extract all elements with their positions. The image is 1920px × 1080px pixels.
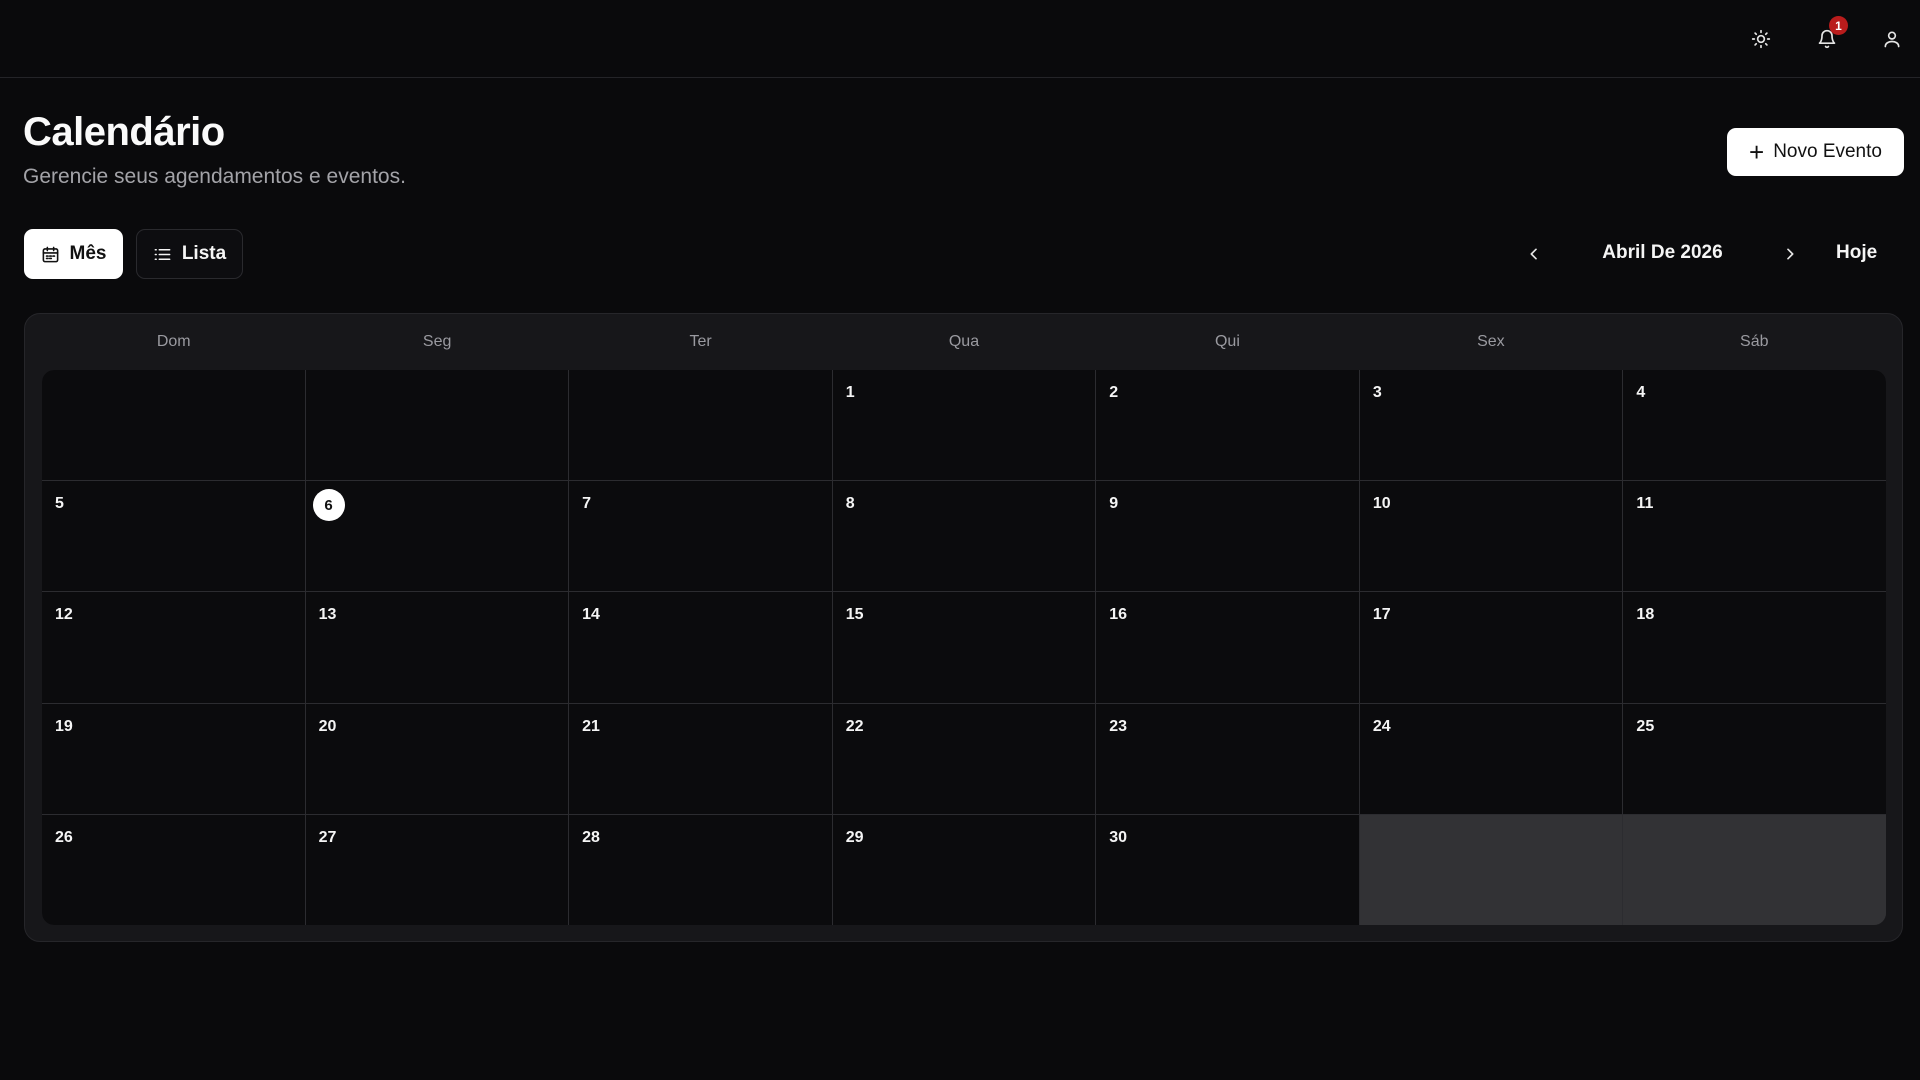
page-title: Calendário [23, 110, 225, 154]
day-number: 5 [55, 495, 64, 513]
day-number: 21 [582, 717, 600, 735]
day-number: 9 [1109, 495, 1119, 513]
calendar-day-cell[interactable]: 24 [1359, 703, 1623, 814]
calendar-day-cell[interactable]: 20 [305, 703, 569, 814]
weekday-label: Qua [948, 333, 980, 350]
new-event-button[interactable]: + Novo Evento [1727, 128, 1904, 176]
day-number: 10 [1372, 495, 1391, 513]
calendar-day-cell[interactable]: 7 [569, 481, 832, 592]
empty-day-cell [1623, 814, 1886, 925]
calendar-day-cell[interactable]: 16 [1096, 592, 1359, 703]
chevron-left-icon [1530, 248, 1537, 260]
day-number: 19 [55, 717, 73, 735]
page-subtitle: Gerencie seus agendamentos e eventos. [23, 165, 406, 188]
user-menu-button[interactable] [1875, 22, 1909, 56]
current-month-label: Abril De 2026 [1602, 242, 1723, 263]
previous-month-button[interactable] [1518, 238, 1550, 270]
weekday-label: Sáb [1740, 333, 1769, 350]
day-number: 7 [582, 495, 592, 513]
day-number: 11 [1636, 495, 1654, 513]
day-number: 24 [1372, 717, 1391, 735]
calendar-day-cell[interactable]: 25 [1623, 703, 1886, 814]
list-icon [154, 248, 171, 260]
calendar-day-cell[interactable]: 15 [832, 592, 1096, 703]
day-number: 14 [582, 606, 600, 624]
calendar-day-cell[interactable]: 10 [1359, 481, 1623, 592]
top-bar: 1 [0, 0, 1920, 78]
day-number: 22 [845, 717, 864, 735]
month-view-button[interactable]: Mês [24, 229, 123, 279]
empty-day-cell [305, 370, 569, 481]
user-icon [1884, 31, 1900, 48]
chevron-right-icon [1787, 248, 1794, 260]
calendar-day-cell[interactable]: 30 [1096, 814, 1359, 925]
calendar-day-cell[interactable]: 23 [1096, 703, 1359, 814]
calendar-day-cell[interactable]: 19 [42, 703, 305, 814]
plus-icon: + [1749, 137, 1765, 167]
day-number: 17 [1372, 606, 1391, 624]
calendar-card: Dom Seg Ter Qua Qui Sex Sáb 1 2 3 4 5 6 7 8 9 10 11 12 13 1… [24, 313, 1903, 942]
day-number: 26 [55, 828, 73, 846]
weekday-label: Dom [156, 333, 191, 350]
empty-day-cell [1359, 814, 1623, 925]
calendar-grid: 1 2 3 4 5 6 7 8 9 10 11 12 13 14 15 16 17 18 19 20 21 22 23 24 2… [42, 370, 1886, 925]
day-number: 4 [1636, 384, 1646, 401]
day-number: 30 [1109, 828, 1128, 846]
calendar-day-cell[interactable]: 3 [1359, 370, 1623, 481]
calendar-day-cell[interactable]: 18 [1623, 592, 1886, 703]
day-number: 28 [582, 828, 600, 846]
day-number: 27 [318, 828, 337, 846]
calendar-day-cell[interactable]: 8 [832, 481, 1096, 592]
weekday-label: Qui [1214, 333, 1240, 350]
calendar-icon [42, 246, 58, 262]
day-number: 29 [845, 828, 864, 846]
calendar-day-cell[interactable]: 22 [832, 703, 1096, 814]
weekday-header: Dom Seg Ter Qua Qui Sex Sáb [42, 314, 1886, 370]
calendar-day-cell[interactable]: 13 [305, 592, 569, 703]
day-number: 25 [1636, 717, 1655, 735]
calendar-day-cell[interactable]: 27 [305, 814, 569, 925]
calendar-day-cell[interactable]: 21 [569, 703, 832, 814]
day-number: 3 [1372, 384, 1382, 401]
empty-day-cell [42, 370, 305, 481]
day-number: 15 [845, 606, 864, 624]
notification-count-badge: 1 [1829, 16, 1848, 35]
weekday-label: Seg [422, 333, 452, 350]
day-number: 16 [1109, 606, 1128, 624]
today-button[interactable]: Hoje [1836, 242, 1877, 264]
calendar-day-cell[interactable]: 12 [42, 592, 305, 703]
calendar-day-cell[interactable]: 5 [42, 481, 305, 592]
calendar-day-cell[interactable]: 6 [305, 481, 569, 592]
weekday-label: Ter [689, 333, 712, 350]
theme-toggle-button[interactable] [1744, 22, 1778, 56]
calendar-day-cell[interactable]: 2 [1096, 370, 1359, 481]
weekday-label: Sex [1477, 333, 1505, 350]
calendar-day-cell[interactable]: 9 [1096, 481, 1359, 592]
day-number: 23 [1109, 717, 1128, 735]
notifications-button[interactable]: 1 [1810, 16, 1848, 56]
day-number: 8 [845, 495, 855, 513]
sun-icon [1751, 29, 1771, 49]
calendar-day-cell[interactable]: 17 [1359, 592, 1623, 703]
day-number: 20 [318, 717, 337, 735]
calendar-day-cell[interactable]: 11 [1623, 481, 1886, 592]
new-event-label: Novo Evento [1773, 141, 1882, 162]
calendar-day-cell[interactable]: 26 [42, 814, 305, 925]
calendar-day-cell[interactable]: 14 [569, 592, 832, 703]
next-month-button[interactable] [1774, 238, 1806, 270]
empty-day-cell [569, 370, 832, 481]
calendar-day-cell[interactable]: 28 [569, 814, 832, 925]
month-view-label: Mês [69, 243, 107, 264]
day-number: 2 [1109, 384, 1119, 401]
day-number: 13 [318, 606, 337, 624]
day-number: 1 [845, 384, 855, 401]
day-number: 12 [55, 606, 73, 624]
today-day-number: 6 [312, 489, 345, 522]
calendar-day-cell[interactable]: 4 [1623, 370, 1886, 481]
list-view-button[interactable]: Lista [136, 229, 243, 279]
calendar-day-cell[interactable]: 1 [832, 370, 1096, 481]
day-number: 18 [1636, 606, 1655, 624]
list-view-label: Lista [181, 243, 227, 264]
calendar-day-cell[interactable]: 29 [832, 814, 1096, 925]
